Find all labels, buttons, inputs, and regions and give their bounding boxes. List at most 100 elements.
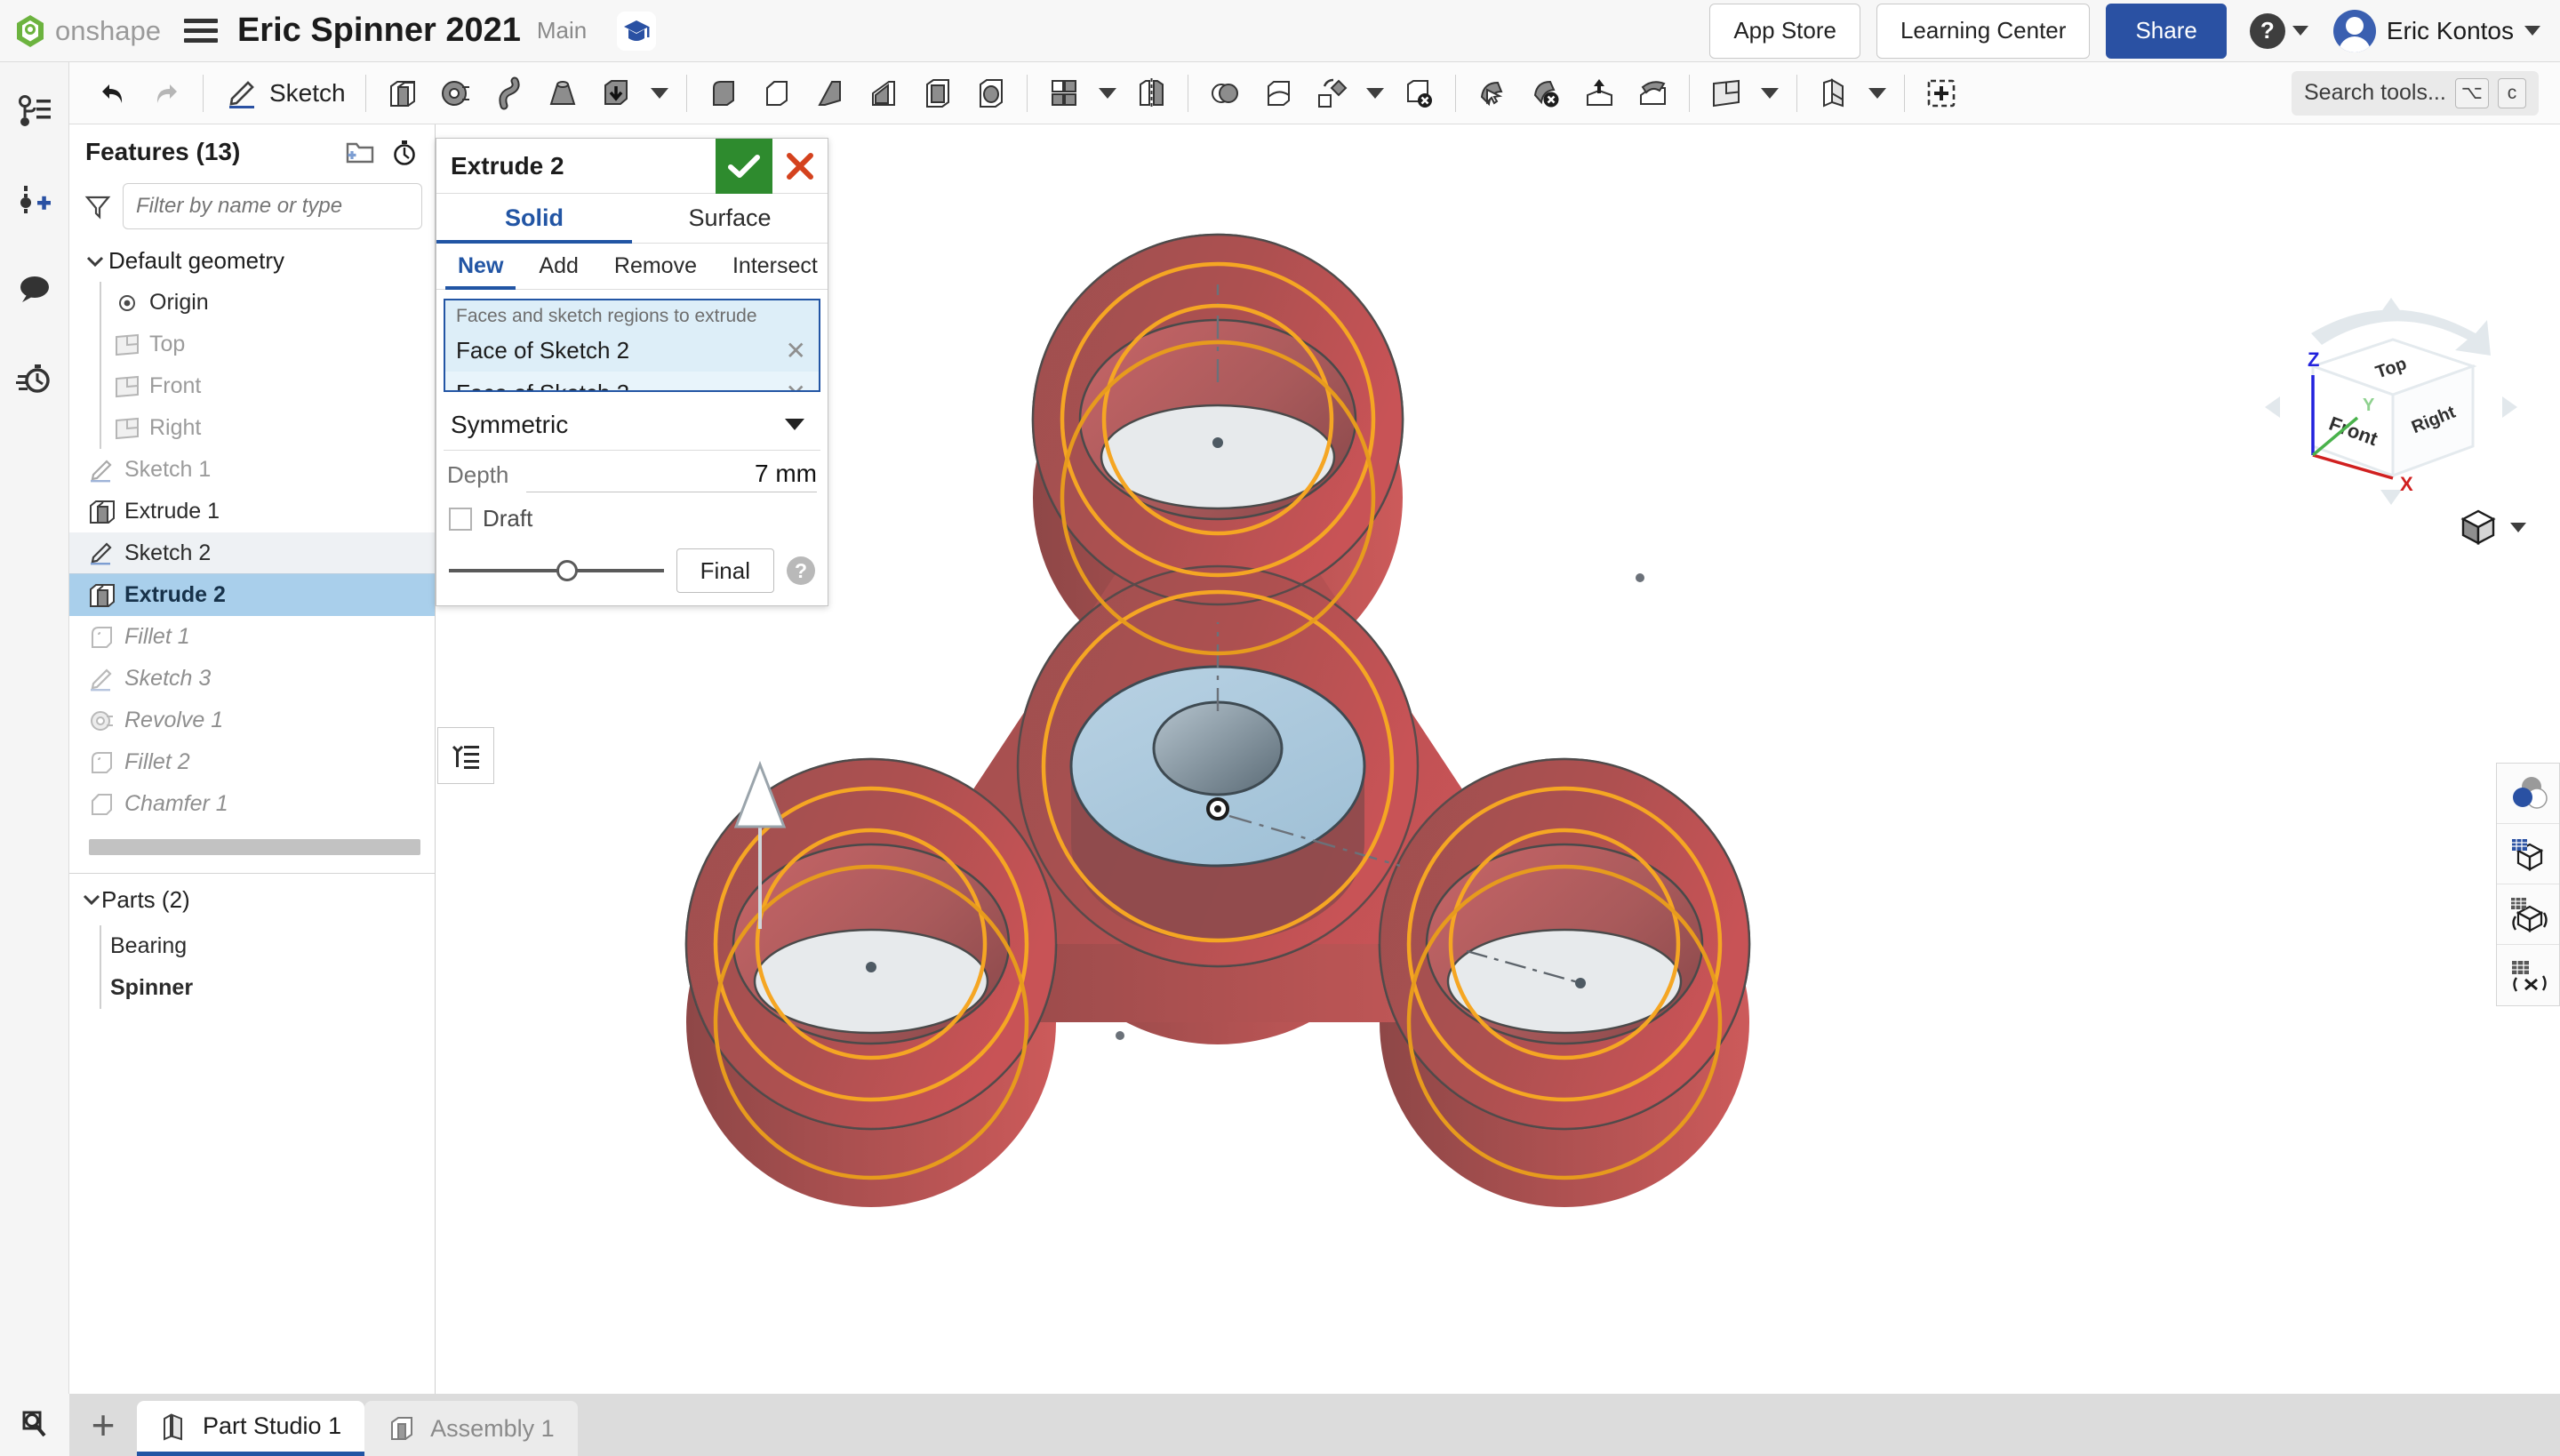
display-state-tool[interactable] xyxy=(2497,764,2559,824)
add-tab-button[interactable]: + xyxy=(69,1394,137,1456)
hole-tool[interactable] xyxy=(964,68,1016,119)
extrude-tool[interactable] xyxy=(377,68,428,119)
depth-value[interactable]: 7 mm xyxy=(526,460,817,492)
tab-surface[interactable]: Surface xyxy=(632,194,828,243)
end-condition-dropdown[interactable]: Symmetric xyxy=(444,399,820,451)
sheet-metal-tool[interactable] xyxy=(1808,68,1860,119)
analysis-tool[interactable] xyxy=(2497,945,2559,1005)
list-view-toggle[interactable] xyxy=(437,727,494,784)
stopwatch-icon[interactable] xyxy=(390,138,419,166)
thicken-tool[interactable] xyxy=(590,68,642,119)
learning-center-button[interactable]: Learning Center xyxy=(1876,3,2091,59)
help-menu[interactable]: ? xyxy=(2249,12,2308,49)
remove-selection-icon[interactable]: ✕ xyxy=(786,336,806,365)
insert-part-tool[interactable] xyxy=(1916,68,1967,119)
tree-item-revolve-1[interactable]: Revolve 1 xyxy=(69,700,435,741)
subtab-remove[interactable]: Remove xyxy=(596,244,715,289)
branch-label[interactable]: Main xyxy=(537,17,587,44)
rail-item-history[interactable] xyxy=(10,354,60,404)
cancel-button[interactable] xyxy=(772,139,828,194)
parts-group-header[interactable]: Parts (2) xyxy=(69,874,435,925)
subtab-add[interactable]: Add xyxy=(521,244,596,289)
tree-item-front-plane[interactable]: Front xyxy=(69,365,435,407)
revolve-tool[interactable] xyxy=(430,68,482,119)
onshape-logo-icon[interactable] xyxy=(11,12,50,51)
tree-item-part-bearing[interactable]: Bearing xyxy=(69,925,435,967)
remove-selection-icon[interactable]: ✕ xyxy=(786,379,806,391)
transform-tool[interactable] xyxy=(1306,68,1357,119)
render-studio-tool[interactable] xyxy=(2497,824,2559,884)
rail-item-versions[interactable] xyxy=(10,176,60,226)
share-button[interactable]: Share xyxy=(2106,3,2227,59)
subtab-intersect[interactable]: Intersect xyxy=(715,244,836,289)
tree-item-part-spinner[interactable]: Spinner xyxy=(69,967,435,1009)
app-store-button[interactable]: App Store xyxy=(1709,3,1860,59)
tab-solid[interactable]: Solid xyxy=(436,194,632,244)
tree-item-right-plane[interactable]: Right xyxy=(69,407,435,449)
rail-item-feature-list[interactable] xyxy=(10,87,60,137)
chevron-down-icon[interactable] xyxy=(1098,87,1116,99)
chevron-down-icon[interactable] xyxy=(1365,87,1384,99)
chevron-down-icon[interactable] xyxy=(1868,87,1886,99)
tree-item-origin[interactable]: Origin xyxy=(69,282,435,324)
chevron-down-icon[interactable] xyxy=(82,892,101,907)
tree-item-sketch-1[interactable]: Sketch 1 xyxy=(69,449,435,491)
tree-item-extrude-2[interactable]: Extrude 2 xyxy=(69,574,435,616)
draft-tool[interactable] xyxy=(804,68,856,119)
preview-slider[interactable] xyxy=(449,560,664,581)
display-mode-control[interactable] xyxy=(2457,507,2526,548)
chevron-down-icon[interactable] xyxy=(2524,26,2540,36)
boolean-tool[interactable] xyxy=(1199,68,1251,119)
selection-item[interactable]: Face of Sketch 2 ✕ xyxy=(445,372,819,391)
loft-tool[interactable] xyxy=(537,68,588,119)
sketch-tool[interactable]: Sketch xyxy=(214,68,355,119)
slider-knob[interactable] xyxy=(556,560,578,581)
pattern-tool[interactable] xyxy=(1038,68,1090,119)
delete-part-tool[interactable] xyxy=(1393,68,1444,119)
fillet-tool[interactable] xyxy=(698,68,749,119)
chevron-down-icon[interactable] xyxy=(2510,522,2526,532)
shell-tool[interactable] xyxy=(911,68,963,119)
add-folder-icon[interactable] xyxy=(344,139,376,165)
tree-item-top-plane[interactable]: Top xyxy=(69,324,435,365)
sweep-tool[interactable] xyxy=(484,68,535,119)
draft-checkbox[interactable] xyxy=(449,507,472,531)
subtab-new[interactable]: New xyxy=(440,244,521,290)
delete-face-tool[interactable] xyxy=(1520,68,1572,119)
funnel-icon[interactable] xyxy=(84,192,112,220)
hamburger-icon[interactable] xyxy=(183,14,218,48)
rail-item-comments[interactable] xyxy=(10,265,60,315)
selection-list[interactable]: Faces and sketch regions to extrude Face… xyxy=(444,299,820,392)
tree-item-sketch-3[interactable]: Sketch 3 xyxy=(69,658,435,700)
tab-part-studio-1[interactable]: Part Studio 1 xyxy=(137,1401,365,1456)
plane-tool[interactable] xyxy=(1700,68,1752,119)
chevron-down-icon[interactable] xyxy=(650,87,668,99)
graduation-cap-icon[interactable] xyxy=(617,11,657,51)
view-cube[interactable]: Top Front Right Z X Y xyxy=(2258,293,2524,516)
search-tools-box[interactable]: Search tools... ⌥ c xyxy=(2291,70,2539,116)
enclose-tool[interactable] xyxy=(1627,68,1678,119)
mirror-tool[interactable] xyxy=(1125,68,1177,119)
rollback-bar[interactable] xyxy=(89,839,420,855)
tree-item-sketch-2[interactable]: Sketch 2 xyxy=(69,532,435,574)
tree-item-fillet-1[interactable]: Fillet 1 xyxy=(69,616,435,658)
chamfer-tool[interactable] xyxy=(751,68,803,119)
help-icon[interactable]: ? xyxy=(787,556,815,585)
replace-face-tool[interactable] xyxy=(1573,68,1625,119)
tree-item-chamfer-1[interactable]: Chamfer 1 xyxy=(69,783,435,825)
move-face-tool[interactable] xyxy=(1467,68,1518,119)
final-button[interactable]: Final xyxy=(676,548,774,593)
undo-icon[interactable] xyxy=(87,68,139,119)
filter-input[interactable] xyxy=(123,183,422,229)
simulation-tool[interactable] xyxy=(2497,884,2559,945)
tab-assembly-1[interactable]: Assembly 1 xyxy=(364,1401,578,1456)
chevron-down-icon[interactable] xyxy=(785,419,804,430)
user-menu[interactable]: Eric Kontos xyxy=(2324,9,2540,52)
avatar[interactable] xyxy=(2332,9,2376,52)
tree-item-extrude-1[interactable]: Extrude 1 xyxy=(69,491,435,532)
tree-group-default-geometry[interactable]: Default geometry xyxy=(69,240,435,282)
draft-checkbox-row[interactable]: Draft xyxy=(449,505,815,532)
tree-item-fillet-2[interactable]: Fillet 2 xyxy=(69,741,435,783)
chevron-down-icon[interactable] xyxy=(82,254,108,268)
chevron-down-icon[interactable] xyxy=(1760,87,1779,99)
